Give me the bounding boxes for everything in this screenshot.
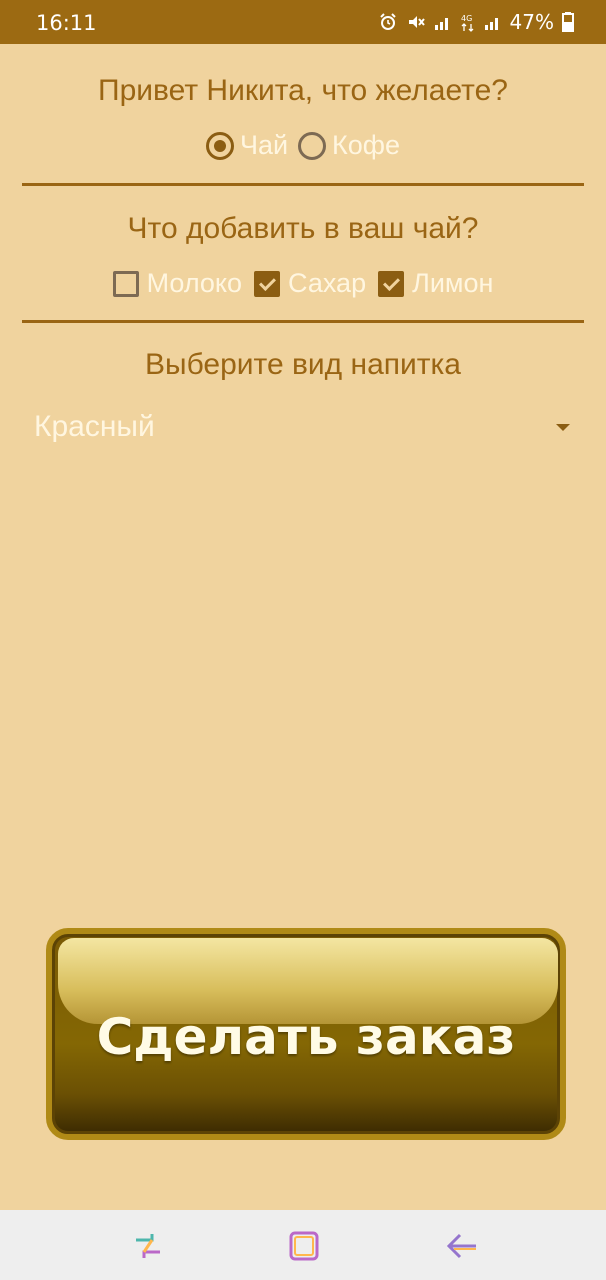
drink-type-selected: Красный [34, 410, 155, 443]
navigation-bar [0, 1210, 606, 1280]
radio-coffee[interactable]: Кофе [298, 130, 400, 161]
addons-group: Молоко Сахар Лимон [0, 268, 606, 299]
dropdown-arrow-icon[interactable] [556, 423, 570, 431]
drink-type-label: Выберите вид напитка [145, 348, 461, 381]
network-4g-icon: 4G [461, 14, 474, 32]
status-time: 16:11 [36, 11, 97, 35]
checkbox-milk-box[interactable] [112, 270, 139, 297]
back-icon[interactable] [444, 1230, 480, 1262]
radio-tea[interactable]: Чай [205, 130, 289, 161]
battery-percent: 47% [509, 10, 554, 34]
radio-tea-indicator[interactable] [205, 131, 234, 160]
battery-icon [562, 12, 574, 32]
checkbox-sugar-box[interactable] [254, 270, 281, 297]
divider [22, 183, 584, 186]
drink-choice-group: Чай Кофе [0, 130, 606, 161]
addons-question: Что добавить в ваш чай? [127, 212, 479, 245]
status-bar: 16:11 4G 47% [0, 0, 606, 44]
drink-type-dropdown[interactable]: Красный [22, 400, 584, 454]
signal-icon [434, 18, 448, 30]
checkbox-lemon-label: Лимон [412, 268, 494, 298]
divider [22, 320, 584, 323]
status-icons: 4G 47% [378, 10, 574, 34]
recent-apps-icon[interactable] [130, 1230, 166, 1262]
radio-coffee-indicator[interactable] [298, 131, 327, 160]
order-button[interactable]: Сделать заказ [46, 928, 566, 1140]
order-button-label: Сделать заказ [96, 1008, 516, 1066]
radio-coffee-label: Кофе [332, 130, 401, 160]
radio-tea-label: Чай [239, 130, 289, 160]
alarm-icon [379, 13, 396, 30]
home-icon[interactable] [286, 1230, 322, 1262]
mute-icon [408, 16, 425, 28]
checkbox-milk-label: Молоко [146, 268, 243, 298]
checkbox-lemon-box[interactable] [378, 270, 405, 297]
checkbox-milk[interactable]: Молоко [112, 268, 243, 299]
svg-text:4G: 4G [461, 14, 472, 23]
checkbox-sugar[interactable]: Сахар [254, 268, 366, 299]
checkbox-lemon[interactable]: Лимон [378, 268, 493, 299]
greeting-text: Привет Никита, что желаете? [98, 74, 508, 107]
signal-icon-2 [484, 18, 498, 30]
checkbox-sugar-label: Сахар [288, 268, 367, 298]
